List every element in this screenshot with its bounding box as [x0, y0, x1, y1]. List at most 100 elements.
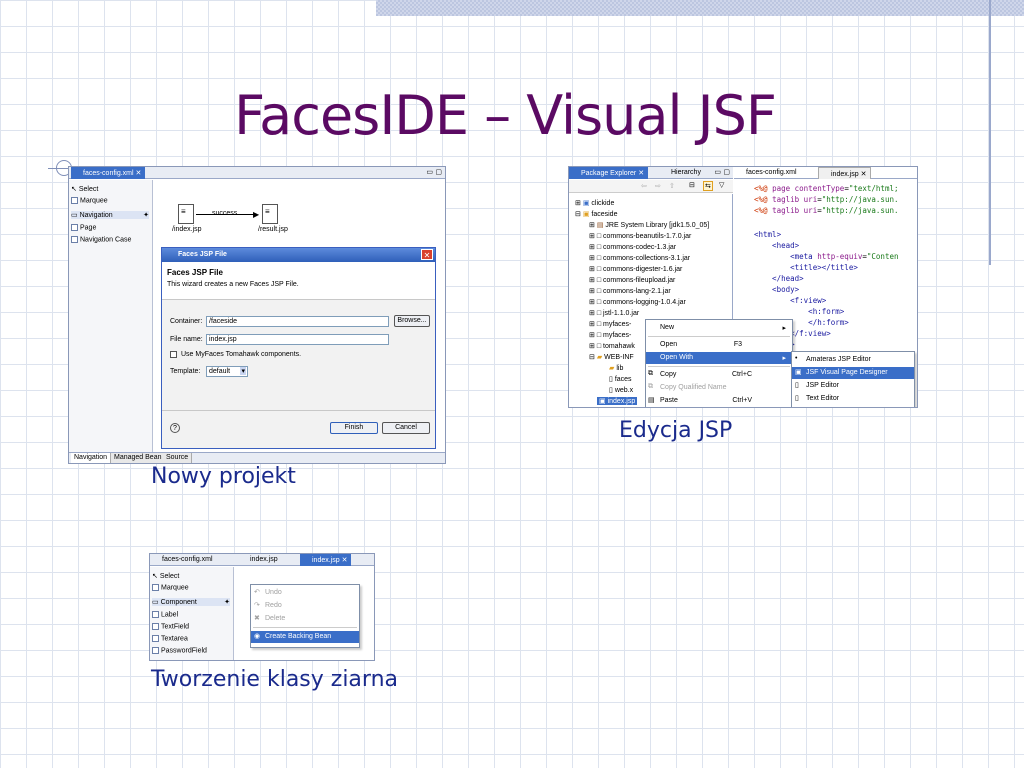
menu-item-create-backing-bean[interactable]: ◉ Create Backing Bean [251, 631, 359, 643]
dialog-header: Faces JSP File This wizard creates a new… [162, 262, 435, 300]
canvas[interactable]: ≡ /index.jsp ▶ success ≡ /result.jsp Fac… [154, 180, 445, 452]
code-line: <meta http-equiv="Conten [754, 252, 899, 261]
palette-drawer-component[interactable]: ▭ Component ✦ [152, 598, 230, 606]
menu-item-new[interactable]: New ▸ [646, 322, 792, 334]
tree-item[interactable]: ⊞ □ commons-logging-1.0.4.jar [589, 298, 686, 306]
tree-item[interactable]: ⊞ □ jstl-1.1.0.jar [589, 309, 639, 317]
tree-item[interactable]: ⊞ ▤ JRE System Library [jdk1.5.0_05] [589, 221, 709, 229]
tree-item[interactable]: ⊞ □ tomahawk [589, 342, 635, 350]
palette-passwordfield[interactable]: PasswordField [152, 647, 207, 654]
menu-item-paste[interactable]: ▤ Paste Ctrl+V [646, 395, 792, 407]
palette-textarea[interactable]: Textarea [152, 635, 188, 642]
minimize-icon[interactable]: ▭ [426, 168, 433, 176]
node-result[interactable]: ≡ [262, 204, 278, 224]
maximize-icon[interactable]: ▢ [435, 168, 442, 176]
filename-field[interactable]: index.jsp [206, 334, 389, 345]
tab-index-jsp[interactable]: index.jsp ✕ [818, 167, 872, 179]
container-field[interactable]: /faceside [206, 316, 389, 327]
tomahawk-checkbox-label: Use MyFaces Tomahawk components. [181, 351, 302, 358]
code-line: <%@ taglib uri="http://java.sun. [754, 206, 899, 215]
palette-drawer-navigation[interactable]: ▭ Navigation ✦ [71, 211, 149, 219]
node-index-label: /index.jsp [172, 226, 202, 233]
finish-button[interactable]: Finish [330, 422, 378, 434]
tab-index-jsp-active[interactable]: index.jsp ✕ [300, 554, 352, 566]
palette-marquee[interactable]: Marquee [71, 197, 108, 204]
minimize-icon[interactable]: ▭ [714, 168, 721, 176]
help-icon[interactable]: ? [170, 423, 180, 433]
tree-item[interactable]: ⊞ □ commons-collections-3.1.jar [589, 254, 690, 262]
tab-managed-bean[interactable]: Managed Bean [111, 453, 166, 463]
palette-select[interactable]: ↖ Select [152, 572, 179, 580]
tree-item[interactable]: ⊞ □ commons-lang-2.1.jar [589, 287, 671, 295]
palette: ↖ Select Marquee ▭ Component ✦ Label Tex… [150, 567, 234, 660]
node-index[interactable]: ≡ [178, 204, 194, 224]
code-line: <title></title> [754, 263, 858, 272]
tab-index-jsp[interactable]: index.jsp [238, 554, 282, 566]
screenshot-edit-jsp: Package Explorer ✕ Hierarchy ▭ ▢ ⇦ ⇨ ⇧ ⊟… [568, 166, 918, 408]
jsp-icon: ▣ [599, 398, 606, 405]
slide-title: FacesIDE – Visual JSF [234, 84, 777, 147]
palette-marquee[interactable]: Marquee [152, 584, 189, 591]
submenu-item-amateras[interactable]: • Amateras JSP Editor [792, 354, 914, 366]
cancel-button[interactable]: Cancel [382, 422, 430, 434]
code-line: <%@ taglib uri="http://java.sun. [754, 195, 899, 204]
collapse-all-icon[interactable]: ⊟ [689, 181, 695, 189]
tree-item[interactable]: ⊞ □ commons-codec-1.3.jar [589, 243, 676, 251]
chevron-down-icon: ▾ [240, 367, 246, 375]
submenu-item-jsp-editor[interactable]: ▯ JSP Editor [792, 380, 914, 392]
menu-item-open[interactable]: Open F3 [646, 339, 792, 351]
tab-source[interactable]: Source [163, 453, 193, 463]
submenu-item-visual-designer[interactable]: ▣ JSF Visual Page Designer [792, 367, 914, 379]
jar-icon: □ [596, 244, 602, 251]
tree-item-selected[interactable]: ▣ index.jsp [597, 397, 638, 405]
tab-hierarchy[interactable]: Hierarchy [659, 167, 705, 179]
submenu-item-text-editor[interactable]: ▯ Text Editor [792, 393, 914, 405]
dialog-titlebar: Faces JSP File [162, 248, 435, 262]
forward-icon[interactable]: ⇨ [655, 182, 661, 190]
tree-item[interactable]: ⊟ ▰ WEB-INF [589, 353, 634, 361]
tab-faces-config[interactable]: faces-config.xml [150, 554, 217, 566]
palette-navigation-case[interactable]: Navigation Case [71, 236, 131, 243]
menu-item-undo[interactable]: ↶ Undo [251, 587, 359, 599]
menu-separator [253, 627, 357, 628]
close-icon[interactable]: ✕ [421, 249, 433, 260]
tree-item[interactable]: ▰ lib [609, 364, 623, 372]
node-result-label: /result.jsp [258, 226, 288, 233]
browse-button[interactable]: Browse... [394, 315, 430, 327]
tab-navigation[interactable]: Navigation [71, 453, 112, 463]
tab-faces-config[interactable]: faces-config.xml [734, 167, 801, 179]
palette-textfield[interactable]: TextField [152, 623, 189, 630]
menu-item-redo[interactable]: ↷ Redo [251, 600, 359, 612]
template-select[interactable]: default ▾ [206, 366, 248, 377]
maximize-icon[interactable]: ▢ [723, 168, 730, 176]
menu-item-copy[interactable]: ⧉ Copy Ctrl+C [646, 369, 792, 381]
tab-faces-config[interactable]: faces-config.xml ✕ [71, 167, 146, 179]
menu-item-copy-qualified-name[interactable]: ⧉ Copy Qualified Name [646, 382, 792, 394]
tree-item[interactable]: ⊞ □ myfaces- [589, 320, 631, 328]
up-icon[interactable]: ⇧ [669, 182, 675, 190]
tree-item[interactable]: ⊞ □ commons-fileupload.jar [589, 276, 675, 284]
palette-label[interactable]: Label [152, 611, 178, 618]
jar-icon: □ [596, 266, 602, 273]
tree-item[interactable]: ▯ web.x [609, 386, 633, 394]
menu-item-delete[interactable]: ✖ Delete [251, 613, 359, 625]
view-menu-icon[interactable]: ▽ [719, 181, 724, 189]
back-icon[interactable]: ⇦ [641, 182, 647, 190]
tree-item[interactable]: ⊞ ▣ clickide [575, 199, 614, 207]
tomahawk-checkbox[interactable] [170, 351, 177, 358]
password-icon [152, 647, 159, 654]
menu-item-open-with[interactable]: Open With ▸ [646, 352, 792, 364]
code-line: <html> [754, 230, 782, 239]
tab-package-explorer[interactable]: Package Explorer ✕ [569, 167, 649, 179]
folder-icon: ▭ [152, 599, 159, 606]
link-editor-icon[interactable]: ⇆ [703, 181, 713, 191]
tree-item[interactable]: ▯ faces [609, 375, 632, 383]
tree-item[interactable]: ⊟ ▣ faceside [575, 210, 617, 218]
code-line: <%@ page contentType="text/html; [754, 184, 899, 193]
palette-page[interactable]: Page [71, 224, 96, 231]
palette-select[interactable]: ↖ Select [71, 185, 98, 193]
tree-item[interactable]: ⊞ □ commons-beanutils-1.7.0.jar [589, 232, 691, 240]
jar-icon: □ [596, 310, 602, 317]
tree-item[interactable]: ⊞ □ myfaces- [589, 331, 631, 339]
tree-item[interactable]: ⊞ □ commons-digester-1.6.jar [589, 265, 682, 273]
